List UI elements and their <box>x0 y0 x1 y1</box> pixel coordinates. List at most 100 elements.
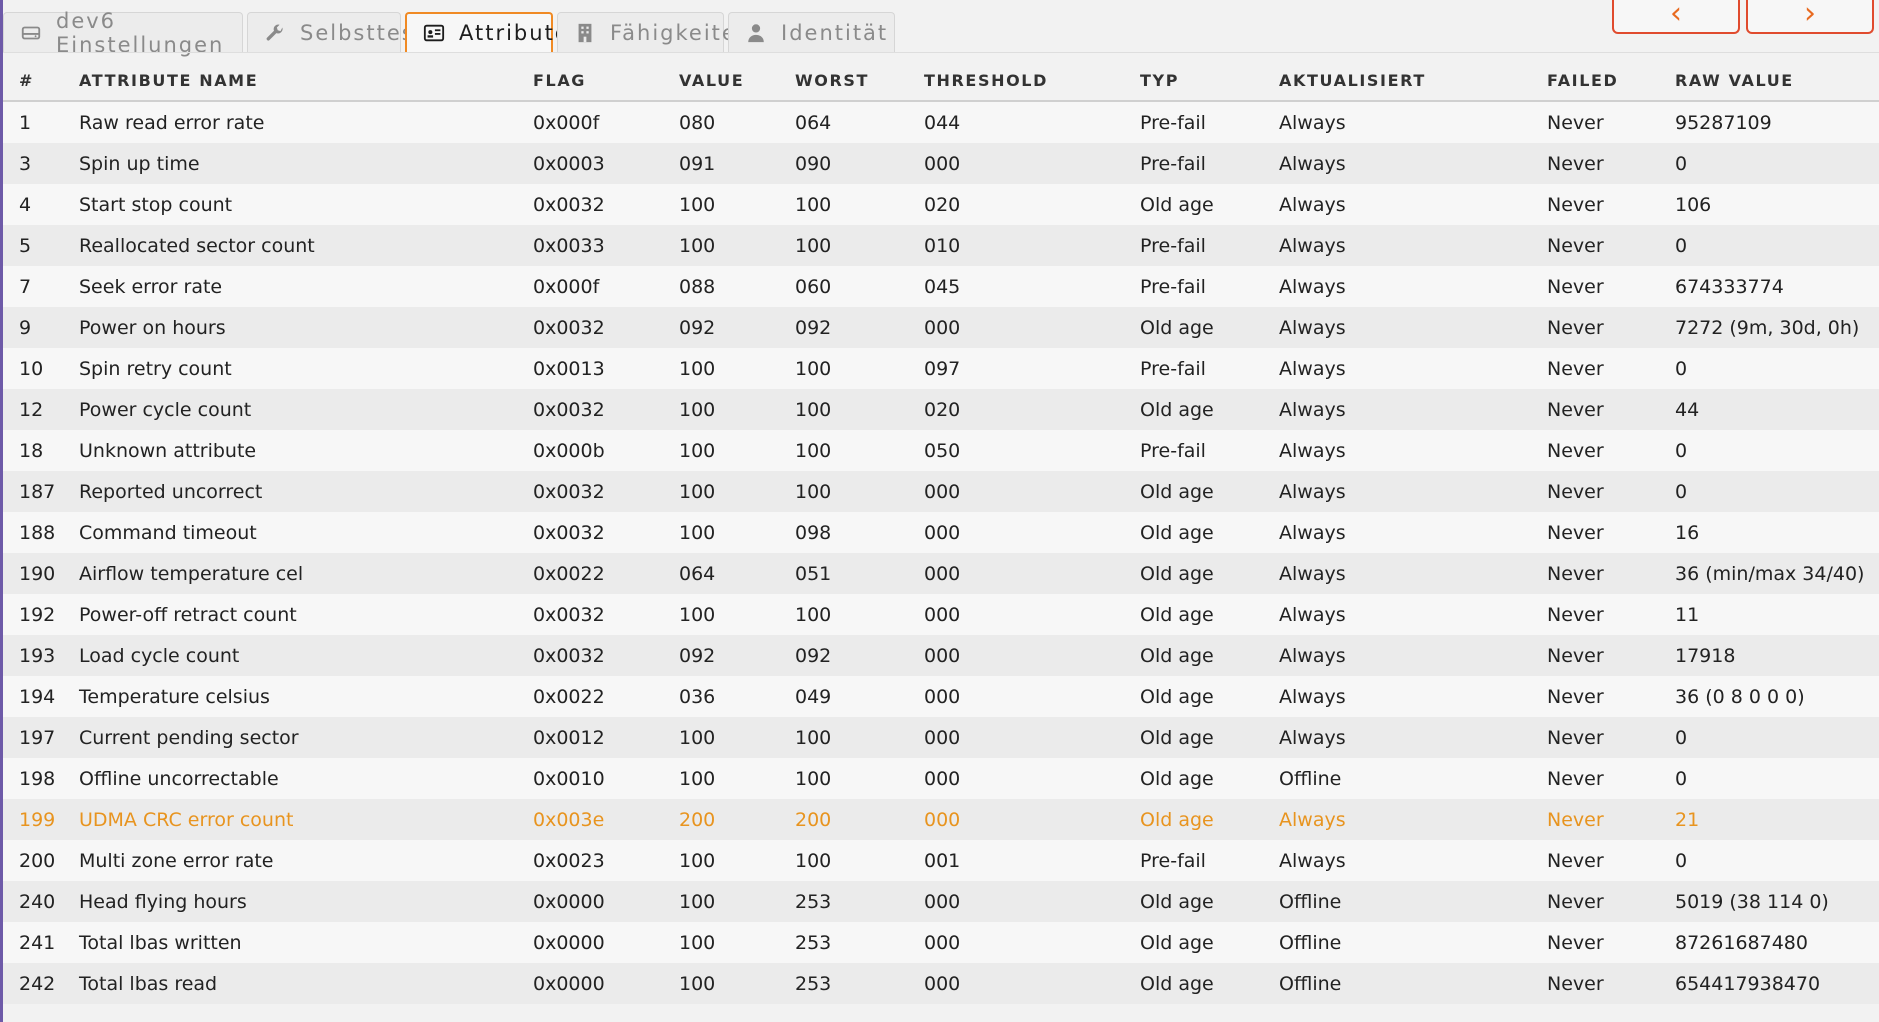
cell-value: 100 <box>679 890 716 913</box>
cell-aktualisiert: Offline <box>1279 767 1342 790</box>
cell-attribute-name: Reallocated sector count <box>79 234 315 257</box>
cell-attribute-name: Power cycle count <box>79 398 252 421</box>
col-header-attribute-name[interactable]: ATTRIBUTE NAME <box>79 60 533 102</box>
cell-number: 240 <box>19 890 56 913</box>
cell-attribute-name: Power on hours <box>79 316 226 339</box>
cell-flag: 0x0022 <box>533 685 605 708</box>
cell-typ: Pre-fail <box>1140 234 1206 257</box>
cell-attribute-name: Load cycle count <box>79 644 240 667</box>
cell-aktualisiert: Always <box>1279 726 1346 749</box>
cell-flag: 0x000f <box>533 275 600 298</box>
cell-aktualisiert: Offline <box>1279 890 1342 913</box>
cell-failed: Never <box>1547 931 1604 954</box>
cell-failed: Never <box>1547 357 1604 380</box>
col-header-value[interactable]: VALUE <box>679 60 795 102</box>
cell-worst: 064 <box>795 111 832 134</box>
cell-flag: 0x0033 <box>533 234 605 257</box>
table-row: 5 Reallocated sector count 0x0033 100 100 010… <box>3 225 1879 266</box>
cell-flag: 0x0023 <box>533 849 605 872</box>
table-row: 200 Multi zone error rate 0x0023 100 100 001 P… <box>3 840 1879 881</box>
cell-value: 036 <box>679 685 716 708</box>
cell-number: 3 <box>19 152 32 175</box>
cell-attribute-name: Total lbas read <box>79 972 218 995</box>
cell-flag: 0x0010 <box>533 767 605 790</box>
cell-number: 199 <box>19 808 56 831</box>
cell-typ: Pre-fail <box>1140 439 1206 462</box>
col-header-typ[interactable]: TYP <box>1140 60 1279 102</box>
cell-worst: 060 <box>795 275 832 298</box>
cell-flag: 0x003e <box>533 808 605 831</box>
cell-aktualisiert: Always <box>1279 439 1346 462</box>
cell-typ: Old age <box>1140 644 1214 667</box>
cell-value: 100 <box>679 931 716 954</box>
cell-failed: Never <box>1547 275 1604 298</box>
table-row: 194 Temperature celsius 0x0022 036 049 000 Old… <box>3 676 1879 717</box>
cell-attribute-name: Airflow temperature cel <box>79 562 304 585</box>
table-header-row: # ATTRIBUTE NAME FLAG VALUE WORST THRESH… <box>3 60 1879 102</box>
prev-button[interactable]: ‹ <box>1612 0 1740 34</box>
cell-attribute-name: Raw read error rate <box>79 111 265 134</box>
cell-typ: Old age <box>1140 726 1214 749</box>
cell-threshold: 020 <box>924 193 961 216</box>
cell-failed: Never <box>1547 111 1604 134</box>
cell-worst: 098 <box>795 521 832 544</box>
cell-raw-value: 7272 (9m, 30d, 0h) <box>1675 316 1860 339</box>
col-header-threshold[interactable]: THRESHOLD <box>924 60 1140 102</box>
cell-flag: 0x0032 <box>533 316 605 339</box>
cell-failed: Never <box>1547 644 1604 667</box>
table-row: 3 Spin up time 0x0003 091 090 000 Pre-fail Alwa… <box>3 143 1879 184</box>
cell-failed: Never <box>1547 767 1604 790</box>
tab-selbsttest[interactable]: Selbsttest <box>247 12 423 52</box>
col-header-failed[interactable]: FAILED <box>1547 60 1675 102</box>
cell-aktualisiert: Always <box>1279 808 1346 831</box>
cell-raw-value: 5019 (38 114 0) <box>1675 890 1829 913</box>
cell-aktualisiert: Always <box>1279 398 1346 421</box>
cell-raw-value: 0 <box>1675 152 1688 175</box>
cell-typ: Old age <box>1140 890 1214 913</box>
tab-bar: dev6 Einstellungen Selbsttest Attribute … <box>3 9 895 57</box>
tab-identitaet[interactable]: Identität <box>728 12 895 52</box>
building-icon <box>574 22 596 44</box>
cell-value: 100 <box>679 234 716 257</box>
cell-aktualisiert: Always <box>1279 152 1346 175</box>
cell-worst: 100 <box>795 726 832 749</box>
tab-attribute[interactable]: Attribute <box>405 12 568 52</box>
cell-threshold: 000 <box>924 767 961 790</box>
tab-faehigkeiten[interactable]: Fähigkeiten <box>557 12 750 52</box>
cell-failed: Never <box>1547 890 1604 913</box>
table-row: 1 Raw read error rate 0x000f 080 064 044 Pre-f… <box>3 101 1879 143</box>
cell-failed: Never <box>1547 480 1604 503</box>
cell-threshold: 044 <box>924 111 961 134</box>
cell-number: 5 <box>19 234 32 257</box>
cell-raw-value: 0 <box>1675 767 1688 790</box>
table-row: 193 Load cycle count 0x0032 092 092 000 Old ag… <box>3 635 1879 676</box>
cell-failed: Never <box>1547 439 1604 462</box>
cell-flag: 0x0000 <box>533 890 605 913</box>
cell-worst: 100 <box>795 767 832 790</box>
cell-worst: 049 <box>795 685 832 708</box>
drive-icon <box>20 22 42 44</box>
cell-failed: Never <box>1547 234 1604 257</box>
tab-dev6-einstellungen[interactable]: dev6 Einstellungen <box>3 9 243 57</box>
cell-value: 100 <box>679 767 716 790</box>
cell-number: 1 <box>19 111 32 134</box>
col-header-flag[interactable]: FLAG <box>533 60 679 102</box>
cell-threshold: 010 <box>924 234 961 257</box>
table-row: 241 Total lbas written 0x0000 100 253 000 Old … <box>3 922 1879 963</box>
cell-flag: 0x0013 <box>533 357 605 380</box>
col-header-raw-value[interactable]: RAW VALUE <box>1675 60 1879 102</box>
cell-value: 100 <box>679 439 716 462</box>
col-header-aktualisiert[interactable]: AKTUALISIERT <box>1279 60 1547 102</box>
cell-value: 080 <box>679 111 716 134</box>
col-header-number[interactable]: # <box>3 60 79 102</box>
cell-aktualisiert: Always <box>1279 357 1346 380</box>
col-header-worst[interactable]: WORST <box>795 60 924 102</box>
cell-value: 100 <box>679 193 716 216</box>
next-button[interactable]: › <box>1746 0 1874 34</box>
cell-attribute-name: Spin up time <box>79 152 200 175</box>
cell-number: 9 <box>19 316 32 339</box>
cell-number: 187 <box>19 480 56 503</box>
cell-worst: 100 <box>795 849 832 872</box>
cell-aktualisiert: Always <box>1279 644 1346 667</box>
cell-failed: Never <box>1547 193 1604 216</box>
